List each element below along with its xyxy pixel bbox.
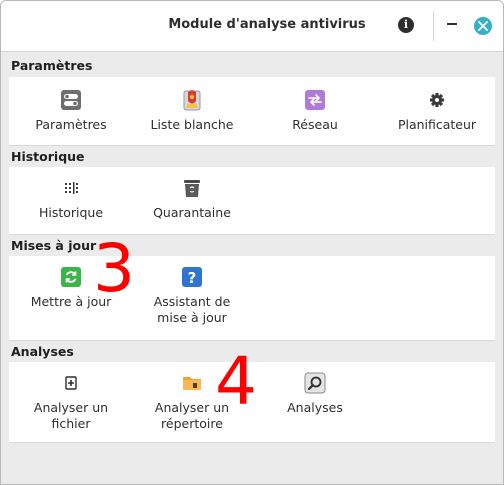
analyser-fichier-button[interactable]: Analyser un fichier — [9, 372, 133, 432]
close-icon — [478, 21, 488, 31]
antivirus-window: Module d'analyse antivirus i Paramètres … — [0, 0, 504, 485]
refresh-icon — [60, 266, 82, 288]
analyses-label: Analyses — [287, 400, 343, 415]
annotation-marker-4: 4 — [215, 343, 257, 420]
section-header-parametres: Paramètres — [11, 58, 93, 73]
minimize-button[interactable] — [447, 23, 457, 25]
network-icon — [304, 89, 326, 111]
title-bar: Module d'analyse antivirus i — [1, 1, 503, 52]
magnifier-icon — [304, 372, 326, 394]
close-button[interactable] — [474, 17, 492, 35]
analyses-button[interactable]: Analyses — [253, 372, 377, 416]
section-header-analyses: Analyses — [11, 344, 74, 359]
panel-parametres: Paramètres Liste blanche Réseau Planific… — [9, 77, 495, 146]
parametres-label: Paramètres — [35, 117, 107, 132]
assistant-label-line1: Assistant de — [153, 294, 231, 309]
analyser-fichier-label-line2: fichier — [51, 416, 91, 431]
panel-mises-a-jour: Mettre à jour ? Assistant de mise à jour — [9, 256, 495, 341]
assistant-label-line2: mise à jour — [157, 310, 227, 325]
section-header-mises-a-jour: Mises à jour — [11, 238, 97, 253]
quarantaine-label: Quarantaine — [153, 205, 231, 220]
gear-icon — [426, 89, 448, 111]
historique-button[interactable]: Historique — [9, 177, 133, 221]
planificateur-button[interactable]: Planificateur — [375, 89, 499, 133]
reseau-button[interactable]: Réseau — [253, 89, 377, 133]
reseau-label: Réseau — [292, 117, 338, 132]
liste-blanche-label: Liste blanche — [150, 117, 234, 132]
liste-blanche-button[interactable]: Liste blanche — [130, 89, 254, 133]
history-icon — [60, 177, 82, 199]
historique-label: Historique — [38, 205, 104, 220]
annotation-marker-3: 3 — [93, 230, 135, 307]
whitelist-icon — [181, 89, 203, 111]
add-file-icon — [60, 372, 82, 394]
quarantaine-button[interactable]: Quarantaine — [130, 177, 254, 221]
svg-text:?: ? — [188, 269, 197, 287]
trash-icon — [181, 177, 203, 199]
panel-historique: Historique Quarantaine — [9, 167, 495, 235]
info-button[interactable]: i — [398, 17, 414, 33]
planificateur-label: Planificateur — [397, 117, 477, 132]
titlebar-separator — [433, 11, 434, 41]
help-icon: ? — [181, 266, 203, 288]
window-title: Module d'analyse antivirus — [168, 17, 366, 32]
section-header-historique: Historique — [11, 149, 85, 164]
folder-icon — [181, 372, 203, 394]
parametres-button[interactable]: Paramètres — [9, 89, 133, 133]
assistant-mise-a-jour-button[interactable]: ? Assistant de mise à jour — [130, 266, 254, 326]
analyser-fichier-label-line1: Analyser un — [33, 400, 109, 415]
toggles-icon — [60, 89, 82, 111]
